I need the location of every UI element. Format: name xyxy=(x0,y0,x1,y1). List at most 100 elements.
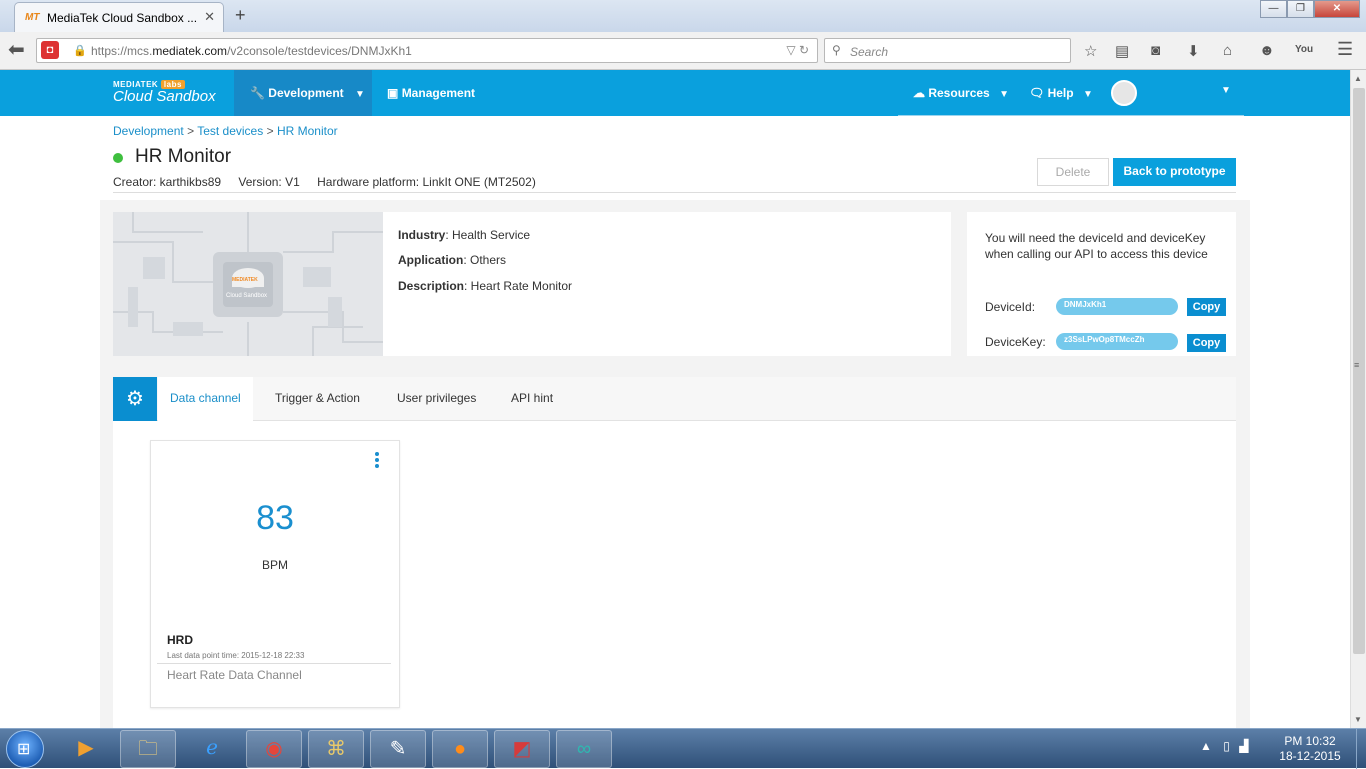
arduino-icon[interactable]: ∞ xyxy=(556,730,612,768)
network-signal-icon[interactable]: ▟ xyxy=(1239,739,1248,753)
tab-api-hint[interactable]: API hint xyxy=(499,377,565,421)
online-status-dot xyxy=(113,153,123,163)
tab-trigger-action[interactable]: Trigger & Action xyxy=(263,377,372,421)
channel-description: Heart Rate Data Channel xyxy=(167,668,302,682)
nav-development-label: Development xyxy=(268,86,344,100)
scroll-up-icon[interactable]: ▲ xyxy=(1354,74,1362,83)
breadcrumb-test-devices[interactable]: Test devices xyxy=(197,124,263,138)
card-divider xyxy=(157,663,391,664)
breadcrumb-development[interactable]: Development xyxy=(113,124,184,138)
description-row: Description: Heart Rate Monitor xyxy=(398,279,573,293)
close-window-button[interactable]: ✕ xyxy=(1314,0,1360,18)
firefox-icon[interactable]: ● xyxy=(432,730,488,768)
show-hidden-icons[interactable]: ▲ xyxy=(1200,739,1212,753)
fritzing-icon[interactable]: ⌘ xyxy=(308,730,364,768)
application-row: Application: Others xyxy=(398,253,507,267)
windows-taskbar: ⊞ ▶ 🗀 ℯ ◉ ⌘ ✎ ● ◩ ∞ ▲ ▯ ▟ PM 10:32 18-12… xyxy=(0,728,1366,769)
tab-user-privileges[interactable]: User privileges xyxy=(385,377,488,421)
internet-explorer-icon[interactable]: ℯ xyxy=(184,730,240,768)
nav-development[interactable]: 🔧 Development ▼ xyxy=(234,70,372,116)
start-button[interactable]: ⊞ xyxy=(6,730,44,768)
clipboard-icon: ▣ xyxy=(387,86,399,100)
chrome-icon[interactable]: ◉ xyxy=(246,730,302,768)
copy-device-id-button[interactable]: Copy xyxy=(1187,298,1226,316)
system-tray: ▲ ▯ ▟ xyxy=(1200,739,1248,753)
keys-note: You will need the deviceId and deviceKey… xyxy=(985,231,1208,261)
maximize-button[interactable]: ❐ xyxy=(1287,0,1314,18)
device-id-label: DeviceId: xyxy=(985,300,1036,314)
url-bar[interactable]: ◘ 🔒 https://mcs.mediatek.com/v2console/t… xyxy=(36,38,818,63)
tab-data-channel[interactable]: Data channel xyxy=(158,377,253,421)
device-image: MEDIATEK Cloud Sandbox xyxy=(113,212,383,356)
download-icon[interactable]: ⬇ xyxy=(1187,42,1200,60)
show-desktop-button[interactable] xyxy=(1356,729,1366,769)
youtube-icon[interactable]: You xyxy=(1295,44,1313,55)
addon-icon[interactable]: ◘ xyxy=(41,41,59,59)
mediatek-favicon: MT xyxy=(25,12,40,23)
more-vertical-icon[interactable] xyxy=(375,452,381,470)
data-channel-card: 83 BPM HRD Last data point time: 2015-12… xyxy=(150,440,400,708)
device-tabs: ⚙ Data channel Trigger & Action User pri… xyxy=(113,377,1236,421)
browser-tab[interactable]: MT MediaTek Cloud Sandbox ... ✕ xyxy=(14,2,224,32)
user-menu-chevron-icon[interactable]: ▼ xyxy=(1221,85,1231,96)
new-tab-button[interactable]: + xyxy=(235,5,246,26)
channel-value: 83 xyxy=(256,499,294,537)
page-scrollbar[interactable]: ▲ ≡ ▼ xyxy=(1350,70,1366,728)
device-tray-icon[interactable]: ▯ xyxy=(1223,739,1230,753)
wrench-icon: 🔧 xyxy=(250,86,265,100)
red-app-icon[interactable]: ◩ xyxy=(494,730,550,768)
copy-device-key-button[interactable]: Copy xyxy=(1187,334,1226,352)
delete-button[interactable]: Delete xyxy=(1037,158,1109,186)
windows-logo-icon: ⊞ xyxy=(17,741,31,758)
file-explorer-icon[interactable]: 🗀 xyxy=(120,730,176,768)
cloud-sandbox-logo[interactable]: MEDIATEK labs Cloud Sandbox xyxy=(113,80,216,105)
nav-help[interactable]: 🗨 Help ▼ xyxy=(1029,86,1093,100)
reload-icon[interactable]: ▽ ↻ xyxy=(786,43,809,57)
minimize-button[interactable]: — xyxy=(1260,0,1287,18)
search-icon: ⚲ xyxy=(832,43,841,57)
nav-resources-label: Resources xyxy=(928,86,990,100)
header-divider xyxy=(898,115,1244,116)
creator-text: Creator: karthikbs89 xyxy=(113,175,222,189)
device-meta: Creator: karthikbs89 Version: V1 Hardwar… xyxy=(113,175,550,189)
breadcrumb-hr-monitor[interactable]: HR Monitor xyxy=(277,124,338,138)
platform-text: Hardware platform: LinkIt ONE (MT2502) xyxy=(317,175,536,189)
back-arrow-icon[interactable]: ⬅ xyxy=(8,37,25,62)
media-player-icon[interactable]: ▶ xyxy=(58,730,114,768)
search-bar[interactable]: ⚲ Search xyxy=(824,38,1071,63)
system-clock[interactable]: PM 10:32 18-12-2015 xyxy=(1270,734,1350,764)
title-divider xyxy=(113,192,1236,193)
device-keys-panel: You will need the deviceId and deviceKey… xyxy=(967,212,1236,356)
bookmark-star-icon[interactable]: ☆ xyxy=(1084,42,1097,60)
channel-unit: BPM xyxy=(261,558,288,572)
browser-navbar: ⬅ ◘ 🔒 https://mcs.mediatek.com/v2console… xyxy=(0,32,1366,70)
scroll-grip-icon: ≡ xyxy=(1354,360,1360,370)
image-caption-text: Cloud Sandbox xyxy=(226,293,268,299)
device-key-label: DeviceKey: xyxy=(985,335,1046,349)
sketch-tool-icon[interactable]: ✎ xyxy=(370,730,426,768)
menu-icon[interactable]: ☰ xyxy=(1337,39,1353,60)
device-key-value: z3SsLPwOp8TMccZh xyxy=(1056,333,1178,350)
scroll-down-icon[interactable]: ▼ xyxy=(1354,715,1362,724)
nav-management-label: Management xyxy=(401,86,476,100)
scroll-thumb[interactable] xyxy=(1353,88,1365,654)
back-to-prototype-button[interactable]: Back to prototype xyxy=(1113,158,1236,186)
chat-icon[interactable]: ☻ xyxy=(1259,42,1275,59)
image-logo-text: MEDIATEK xyxy=(232,277,258,283)
lock-icon: 🔒 xyxy=(73,45,87,57)
reading-list-icon[interactable]: ▤ xyxy=(1115,42,1129,60)
circuit-board-illustration xyxy=(113,212,383,356)
user-avatar[interactable] xyxy=(1111,80,1137,106)
channel-last-time: Last data point time: 2015-12-18 22:33 xyxy=(167,651,305,660)
channel-name: HRD xyxy=(167,633,193,647)
close-tab-icon[interactable]: ✕ xyxy=(204,9,215,25)
clock-date: 18-12-2015 xyxy=(1279,749,1341,763)
pocket-icon[interactable]: ◙ xyxy=(1151,42,1160,59)
help-chat-icon: 🗨 xyxy=(1029,86,1045,100)
chevron-down-icon: ▼ xyxy=(1082,89,1093,100)
home-icon[interactable]: ⌂ xyxy=(1223,42,1232,59)
device-info-panel: Industry: Health Service Application: Ot… xyxy=(383,212,951,356)
nav-resources[interactable]: ☁ Resources ▼ xyxy=(913,86,1009,100)
clock-time: PM 10:32 xyxy=(1284,734,1336,748)
nav-management[interactable]: ▣ Management xyxy=(387,86,475,100)
